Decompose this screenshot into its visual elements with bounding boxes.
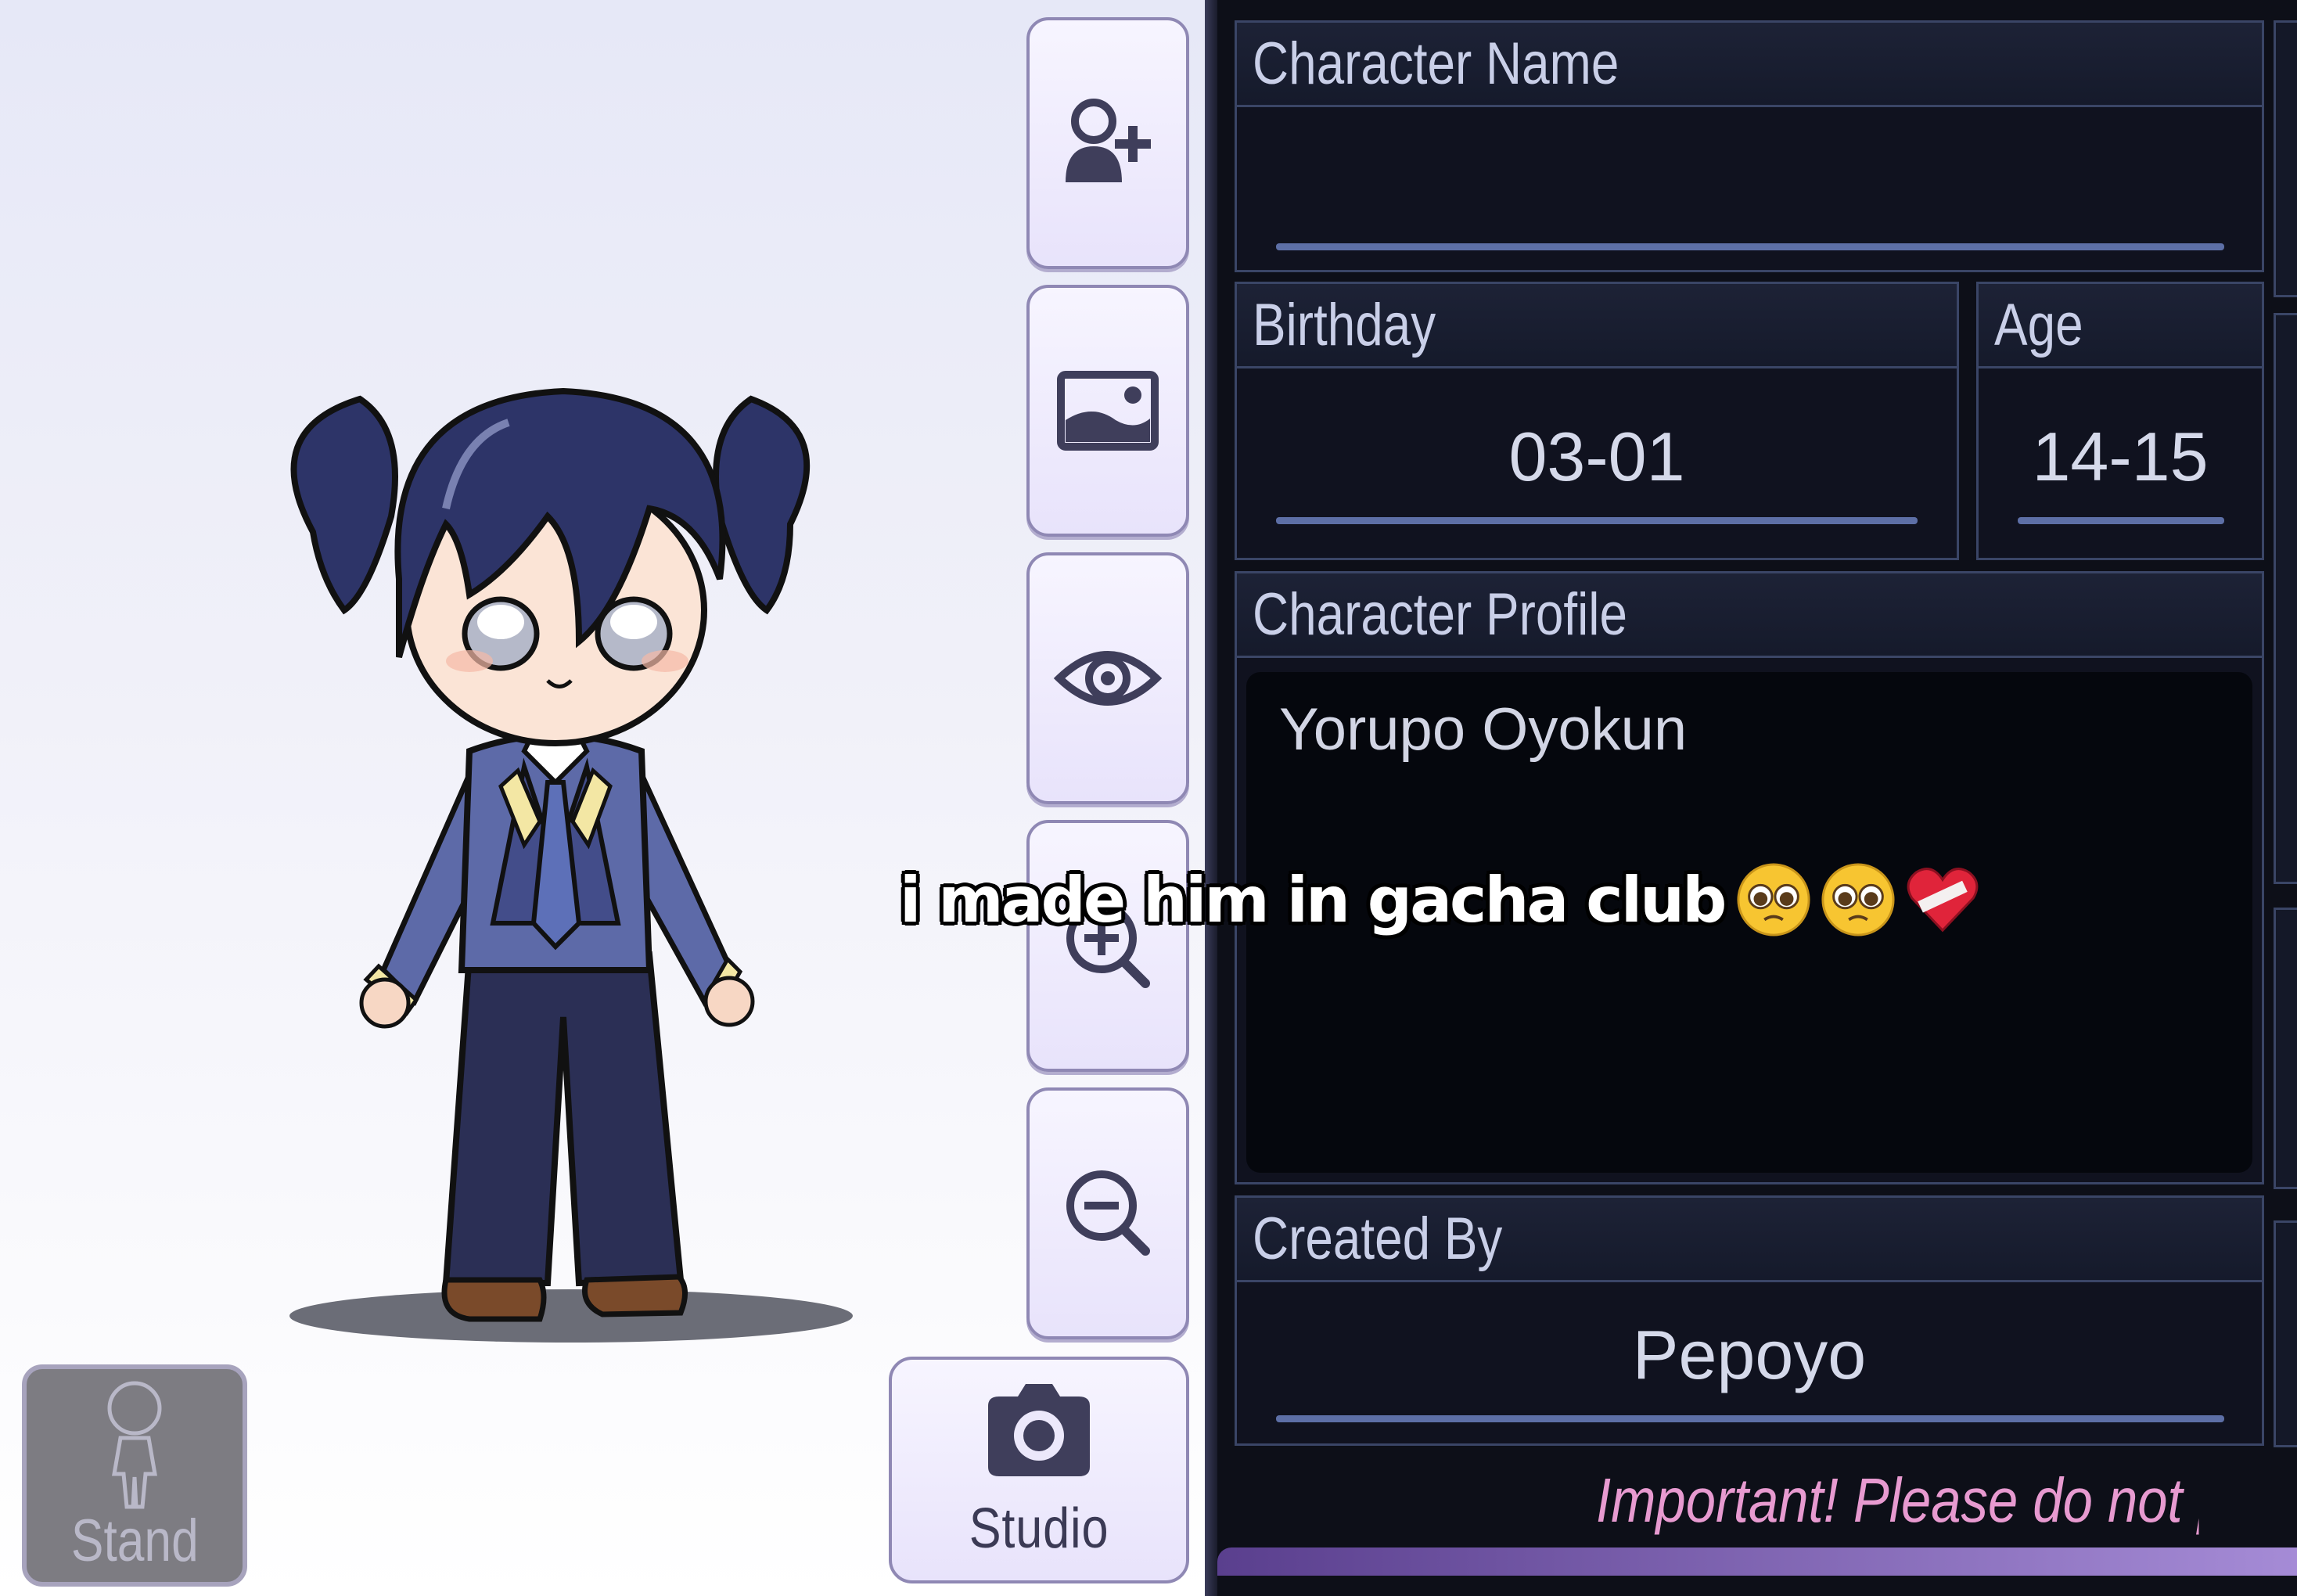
zoom-out-button[interactable]: [1026, 1087, 1189, 1339]
birthday-label: Birthday: [1253, 292, 1436, 358]
character-profile-label: Character Profile: [1253, 581, 1627, 648]
caption-text: i made him in gacha club: [900, 863, 1727, 936]
birthday-header: Birthday: [1237, 284, 1957, 368]
created-by-value[interactable]: Pepoyo: [1237, 1315, 2262, 1395]
character-name-label: Character Name: [1253, 31, 1619, 97]
birthday-underline: [1276, 517, 1918, 524]
created-by-field[interactable]: Created By Pepoyo: [1235, 1195, 2264, 1446]
important-notice: Important! Please do not pu: [1596, 1465, 2199, 1535]
character-stage: Studio Stand: [0, 0, 1205, 1596]
camera-icon: [988, 1384, 1090, 1476]
age-field[interactable]: Age 14-15: [1976, 282, 2264, 560]
add-character-button[interactable]: [1026, 17, 1189, 269]
birthday-value[interactable]: 03-01: [1237, 417, 1957, 497]
character-preview[interactable]: [211, 313, 884, 1353]
next-column-stub: [2274, 1220, 2297, 1447]
mending-heart-icon: [1907, 868, 1979, 933]
background-button[interactable]: [1026, 285, 1189, 537]
character-name-underline: [1276, 243, 2224, 250]
age-underline: [2018, 517, 2224, 524]
birthday-field[interactable]: Birthday 03-01: [1235, 282, 1959, 560]
created-by-underline: [1276, 1415, 2224, 1422]
pleading-face-icon: [1737, 863, 1810, 936]
studio-label: Studio: [969, 1497, 1109, 1560]
character-name-header: Character Name: [1237, 23, 2262, 107]
image-icon: [1057, 371, 1159, 451]
add-person-icon: [1066, 99, 1151, 182]
pleading-face-icon: [1821, 863, 1895, 936]
age-value[interactable]: 14-15: [1979, 417, 2262, 497]
character-profile-text: Yorupo Oyokun: [1279, 696, 1688, 763]
age-header: Age: [1979, 284, 2262, 368]
next-column-stub: [2274, 908, 2297, 1189]
age-label: Age: [1994, 292, 2083, 358]
eye-icon: [1053, 651, 1163, 706]
video-caption: i made him in gacha club: [900, 853, 1981, 947]
character-profile-header: Character Profile: [1237, 573, 2262, 658]
visibility-button[interactable]: [1026, 552, 1189, 804]
created-by-label: Created By: [1253, 1206, 1503, 1272]
next-column-stub: [2274, 20, 2297, 297]
studio-button[interactable]: Studio: [889, 1357, 1189, 1583]
next-column-stub: [2274, 313, 2297, 884]
panel-edge: [1205, 0, 1217, 1596]
character-name-field[interactable]: Character Name: [1235, 20, 2264, 272]
created-by-header: Created By: [1237, 1198, 2262, 1282]
bottom-accent-bar: [1217, 1547, 2297, 1576]
standing-figure-icon: [107, 1381, 162, 1509]
zoom-out-icon: [1066, 1170, 1150, 1256]
stand-pose-button[interactable]: Stand: [22, 1364, 247, 1587]
stand-label: Stand: [70, 1508, 199, 1574]
